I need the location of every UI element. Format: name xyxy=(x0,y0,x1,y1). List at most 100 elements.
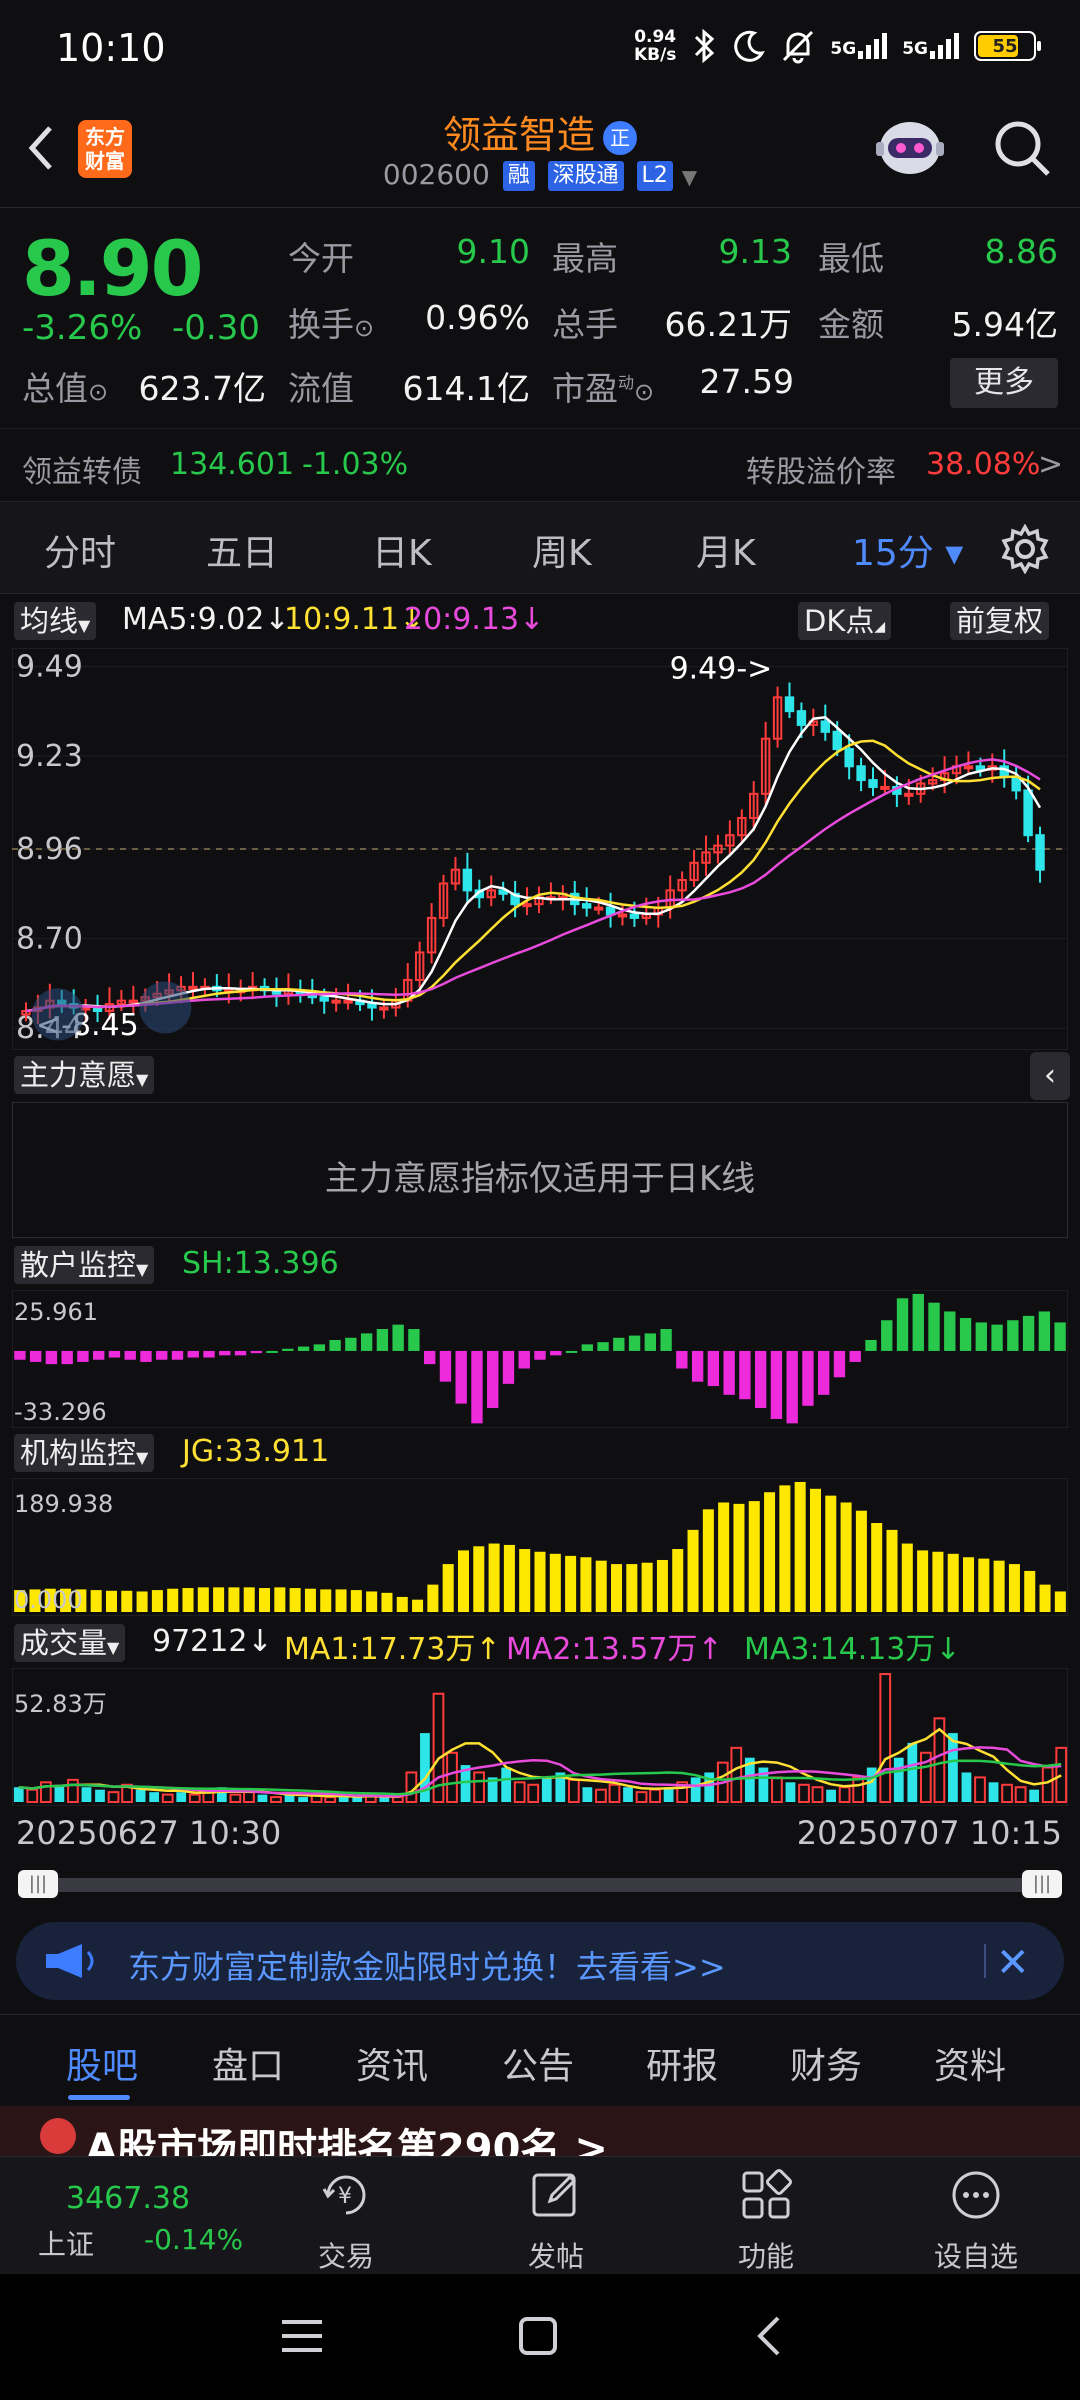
bond-change: -1.03% xyxy=(302,447,409,482)
ma-selector[interactable]: 均线▼ xyxy=(14,602,97,640)
retail-monitor-chart[interactable] xyxy=(12,1290,1068,1428)
change-percent: -3.26% xyxy=(22,308,143,348)
kline-y-label: 9.49 xyxy=(16,649,83,684)
inst-bar xyxy=(304,1588,316,1612)
tab-caiwu[interactable]: 财务 xyxy=(790,2037,862,2089)
dk-point-button[interactable]: DK点◢ xyxy=(798,602,892,640)
index-change: -0.14% xyxy=(144,2223,244,2256)
inst-bar xyxy=(641,1562,653,1612)
vol-bar xyxy=(811,1786,824,1804)
home-icon[interactable] xyxy=(518,2316,558,2356)
pe-label[interactable]: 市盈动⊙ xyxy=(552,362,654,410)
tab-yuek[interactable]: 月K xyxy=(696,524,756,576)
tab-yanbao[interactable]: 研报 xyxy=(646,2037,718,2089)
retail-bar xyxy=(234,1350,247,1356)
inst-bar xyxy=(473,1546,485,1612)
inst-bar xyxy=(412,1599,424,1612)
tab-guba[interactable]: 股吧 xyxy=(66,2037,138,2089)
inst-bar xyxy=(488,1543,500,1612)
inst-bar xyxy=(503,1544,515,1612)
retail-selector[interactable]: 散户监控▼ xyxy=(14,1246,155,1284)
fq-button[interactable]: 前复权 xyxy=(950,602,1050,640)
retail-bar xyxy=(786,1350,798,1424)
promo-banner[interactable]: 东方财富定制款金贴限时兑换！去看看>> ✕ xyxy=(16,1922,1064,2000)
institution-monitor-chart[interactable] xyxy=(12,1478,1068,1616)
tab-ziliao[interactable]: 资料 xyxy=(934,2037,1006,2089)
inst-bar xyxy=(136,1591,148,1612)
vol-bar xyxy=(161,1793,174,1803)
volume-chart[interactable] xyxy=(12,1668,1068,1806)
turnover-label[interactable]: 换手⊙ xyxy=(288,298,374,346)
convertible-bond-row[interactable]: 领益转债 134.601 -1.03% 转股溢价率 38.08% > xyxy=(0,428,1080,502)
vol-bar xyxy=(1041,1766,1054,1803)
nav-add-watchlist[interactable]: 设自选 xyxy=(906,2157,1046,2275)
range-handle-left[interactable]: ||| xyxy=(18,1870,58,1898)
retail-bar xyxy=(944,1311,956,1351)
vol-bar xyxy=(730,1746,743,1803)
search-icon[interactable] xyxy=(990,116,1054,180)
retail-bar xyxy=(108,1350,121,1358)
vol-bar xyxy=(826,1789,836,1802)
nav-functions[interactable]: 功能 xyxy=(696,2157,836,2275)
system-nav-bar xyxy=(0,2274,1080,2400)
collapse-chevron-icon[interactable]: ‹ xyxy=(1030,1052,1070,1100)
vol-bar xyxy=(988,1782,999,1802)
tab-gonggao[interactable]: 公告 xyxy=(502,2037,574,2089)
tab-zhouk[interactable]: 周K xyxy=(532,524,592,576)
range-scrollbar[interactable] xyxy=(18,1878,1062,1892)
tab-fenshi[interactable]: 分时 xyxy=(44,524,116,576)
inst-bar xyxy=(105,1590,117,1612)
gear-icon[interactable] xyxy=(1000,524,1050,574)
volume-selector[interactable]: 成交量▼ xyxy=(14,1624,126,1662)
tab-rik[interactable]: 日K xyxy=(372,524,432,576)
candle-body xyxy=(820,720,830,733)
inst-bar xyxy=(993,1560,1005,1612)
zhuli-selector[interactable]: 主力意愿▼ xyxy=(14,1056,155,1094)
net-speed: 0.94 KB/s xyxy=(633,27,677,65)
vol-bar xyxy=(26,1788,39,1804)
retail-bar xyxy=(455,1350,467,1404)
inst-min: 0.000 xyxy=(14,1586,83,1614)
volume-label: 总手 xyxy=(552,305,618,344)
mktcap-label[interactable]: 总值⊙ xyxy=(22,362,108,410)
retail-bar xyxy=(77,1350,89,1362)
inst-bar xyxy=(794,1481,806,1612)
inst-bar xyxy=(381,1592,393,1612)
l2-tag: L2 xyxy=(636,161,673,191)
retail-bar xyxy=(471,1350,483,1424)
candle-body xyxy=(880,785,890,790)
dropdown-triangle-icon: ▼ xyxy=(78,616,91,635)
back-icon[interactable] xyxy=(754,2314,784,2358)
retail-bar xyxy=(203,1350,215,1358)
retail-bar xyxy=(408,1329,420,1351)
inst-bar xyxy=(779,1485,791,1612)
tab-zixun[interactable]: 资讯 xyxy=(356,2037,428,2089)
inst-selector[interactable]: 机构监控▼ xyxy=(14,1434,155,1472)
content-tabs: 股吧 盘口 资讯 公告 研报 财务 资料 xyxy=(0,2014,1080,2106)
inst-bar xyxy=(1054,1591,1066,1612)
tab-pankou[interactable]: 盘口 xyxy=(212,2037,284,2089)
candle-body xyxy=(617,913,628,918)
range-handle-right[interactable]: ||| xyxy=(1022,1870,1062,1898)
zheng-badge-icon: 正 xyxy=(603,120,637,155)
retail-bar xyxy=(250,1350,262,1354)
inst-bar xyxy=(121,1590,133,1612)
ranking-strip[interactable]: A股市场即时排名第290名 > xyxy=(0,2106,1080,2156)
inst-bar xyxy=(672,1549,684,1612)
inst-bar xyxy=(274,1587,286,1612)
close-icon[interactable]: ✕ xyxy=(996,1940,1030,1986)
inst-bar xyxy=(350,1590,362,1612)
robot-assistant-icon[interactable] xyxy=(872,114,948,184)
more-button[interactable]: 更多 xyxy=(950,358,1058,408)
nav-trade[interactable]: ¥ 交易 xyxy=(276,2157,416,2275)
inst-bar xyxy=(718,1502,730,1612)
nav-post[interactable]: 发帖 xyxy=(486,2157,626,2275)
tab-15min[interactable]: 15分 ▾ xyxy=(852,524,963,576)
dropdown-triangle-icon: ▼ xyxy=(136,1260,149,1279)
vol-bar xyxy=(13,1787,24,1802)
kline-chart[interactable]: 9.499.238.968.708.449.49-><-8.45 xyxy=(12,648,1068,1050)
menu-icon[interactable] xyxy=(282,2318,322,2354)
active-tab-indicator xyxy=(68,2095,130,2100)
tab-wuri[interactable]: 五日 xyxy=(206,524,278,576)
change-amount: -0.30 xyxy=(172,308,260,348)
